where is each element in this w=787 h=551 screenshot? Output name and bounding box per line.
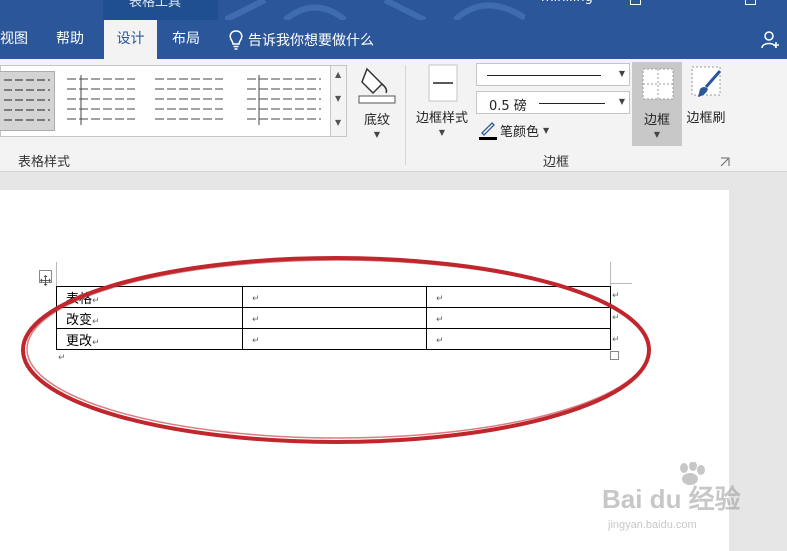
border-painter-button[interactable]: 边框刷 [682, 63, 730, 126]
gallery-more-icon[interactable]: ▼ [335, 118, 341, 127]
border-painter-label: 边框刷 [686, 111, 726, 126]
border-painter-icon [691, 66, 722, 97]
table-style-grid-icon [155, 78, 223, 120]
paint-bucket-icon [358, 67, 396, 104]
border-styles-button[interactable]: 边框样式 ▼ [410, 63, 474, 137]
ribbon-body: ▲ ▼ ▼ 表格样式 底纹 ▼ 边框样式 ▼ ▼ 0.5 磅 ▼ 笔颜色 ▼ 边… [0, 59, 787, 172]
line-style-preview [487, 75, 601, 76]
lightbulb-icon [229, 29, 243, 50]
tab-help[interactable]: 帮助 [56, 20, 88, 59]
table-style-grid-icon [67, 75, 135, 125]
scroll-up-icon[interactable]: ▲ [335, 70, 341, 79]
shading-label: 底纹 [363, 113, 390, 128]
line-weight-preview [539, 103, 605, 104]
scroll-down-icon[interactable]: ▼ [335, 94, 341, 103]
baidu-watermark: Bai du 经验 jingyan.baidu.com [600, 461, 750, 532]
close-button[interactable] [745, 0, 756, 5]
title-bar: 表格工具 miniling [0, 0, 787, 20]
group-divider [405, 65, 406, 165]
tab-layout[interactable]: 布局 [172, 20, 206, 59]
tell-me-box[interactable]: 告诉我你想要做什么 [228, 20, 374, 59]
restore-button[interactable] [630, 0, 641, 5]
borders-label: 边框 [643, 113, 670, 128]
watermark-brand: Bai du 经验 [602, 484, 741, 514]
table-style-grid-icon [4, 79, 50, 121]
chevron-down-icon: ▼ [543, 125, 550, 135]
pen-color-label: 笔颜色 [500, 124, 540, 140]
chevron-down-icon: ▼ [618, 69, 625, 78]
title-decoration [225, 0, 525, 20]
table-tools-label: 表格工具 [129, 0, 182, 10]
tell-me-text: 告诉我你想要做什么 [248, 32, 374, 49]
table-style-grid-icon [247, 75, 321, 125]
chevron-down-icon: ▼ [438, 128, 446, 137]
watermark-url: jingyan.baidu.com [607, 519, 697, 531]
annotation-ellipse [21, 256, 651, 444]
table-styles-gallery[interactable] [0, 65, 347, 137]
tab-view[interactable]: 视图 [0, 20, 38, 59]
line-weight-value: 0.5 磅 [489, 99, 527, 114]
line-weight-dropdown[interactable]: 0.5 磅 ▼ [476, 91, 630, 114]
chevron-down-icon: ▼ [618, 97, 625, 106]
line-style-dropdown[interactable]: ▼ [476, 63, 630, 86]
table-styles-group-label: 表格样式 [18, 155, 71, 170]
borders-button[interactable]: 边框 ▼ [632, 62, 682, 146]
table-style-thumb[interactable] [153, 71, 225, 131]
ribbon-tabs: 视图 帮助 设计 布局 告诉我你想要做什么 [0, 20, 787, 59]
shading-button[interactable]: 底纹 ▼ [354, 63, 400, 139]
tab-design[interactable]: 设计 [104, 20, 157, 59]
baidu-paw-icon: Bai du 经验 jingyan.baidu.com [602, 461, 741, 531]
table-style-thumb[interactable] [65, 71, 137, 131]
chevron-down-icon: ▼ [653, 130, 661, 139]
border-style-icon [428, 64, 458, 102]
table-style-thumb[interactable] [245, 71, 325, 131]
table-style-thumb[interactable] [0, 71, 55, 131]
borders-icon [642, 68, 674, 100]
chevron-down-icon: ▼ [373, 130, 381, 139]
table-tools-tab[interactable]: 表格工具 [103, 0, 218, 20]
dialog-launcher-icon[interactable] [720, 157, 730, 167]
gallery-scrollbar[interactable]: ▲ ▼ ▼ [330, 65, 347, 137]
pen-color-button[interactable]: 笔颜色 ▼ [478, 120, 549, 140]
borders-group-label: 边框 [543, 155, 570, 170]
border-styles-label: 边框样式 [415, 111, 468, 126]
document-title: miniling [541, 0, 593, 5]
pen-icon [479, 122, 497, 140]
share-user-icon[interactable] [761, 30, 781, 50]
